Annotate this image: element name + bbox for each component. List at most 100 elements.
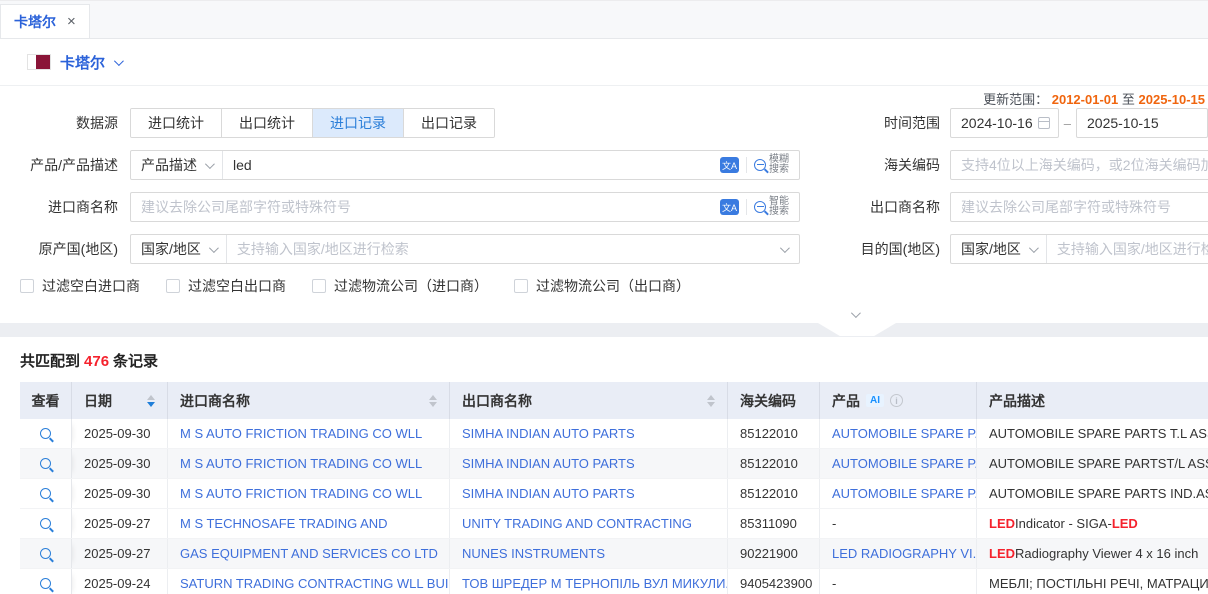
smart-search-label[interactable]: 智能搜索 — [769, 197, 793, 217]
table-row: 2025-09-27M S TECHNOSAFE TRADING ANDUNIT… — [20, 509, 1208, 539]
cell-importer[interactable]: M S AUTO FRICTION TRADING CO WLL — [168, 419, 450, 448]
cell-view — [20, 419, 72, 448]
cell-product[interactable]: LED RADIOGRAPHY VI... — [820, 539, 977, 568]
date-start-input[interactable]: 2024-10-16 — [950, 108, 1059, 138]
view-record-icon[interactable] — [40, 548, 51, 559]
checkbox-label: 过滤空白进口商 — [42, 276, 140, 296]
sort-icon-exporter[interactable] — [707, 395, 715, 407]
col-importer-label: 进口商名称 — [180, 391, 250, 411]
col-product: 产品 AI — [820, 382, 977, 419]
filter-checkbox[interactable]: 过滤空白出口商 — [166, 276, 286, 296]
cell-hs-code: 9405423900 — [728, 569, 820, 594]
destination-country-select[interactable]: 国家/地区 — [951, 235, 1047, 263]
chevron-down-icon — [209, 243, 219, 253]
datasource-option[interactable]: 出口统计 — [221, 109, 312, 137]
product-search-input[interactable] — [223, 151, 720, 179]
checkbox-box[interactable] — [20, 279, 34, 293]
cell-importer[interactable]: M S AUTO FRICTION TRADING CO WLL — [168, 479, 450, 508]
col-exporter[interactable]: 出口商名称 — [450, 382, 728, 419]
checkbox-label: 过滤空白出口商 — [188, 276, 286, 296]
cell-exporter[interactable]: SIMHA INDIAN AUTO PARTS — [450, 449, 728, 478]
origin-label: 原产国(地区) — [0, 239, 130, 259]
table-row: 2025-09-27GAS EQUIPMENT AND SERVICES CO … — [20, 539, 1208, 569]
filter-checkbox[interactable]: 过滤物流公司（进口商） — [312, 276, 488, 296]
time-range-label: 时间范围 — [800, 113, 950, 133]
results-count: 共匹配到476条记录 — [20, 350, 1208, 371]
datasource-segmented: 进口统计出口统计进口记录出口记录 — [130, 108, 495, 138]
date-start-value: 2024-10-16 — [961, 115, 1033, 131]
cell-importer[interactable]: SATURN TRADING CONTRACTING WLL BUI... — [168, 569, 450, 594]
checkbox-box[interactable] — [514, 279, 528, 293]
tab-qatar[interactable]: 卡塔尔 — [0, 4, 90, 38]
view-record-icon[interactable] — [40, 578, 51, 589]
col-date[interactable]: 日期 — [72, 382, 168, 419]
table-row: 2025-09-30M S AUTO FRICTION TRADING CO W… — [20, 419, 1208, 449]
cell-product[interactable]: AUTOMOBILE SPARE P... — [820, 479, 977, 508]
checkbox-box[interactable] — [312, 279, 326, 293]
info-icon[interactable] — [890, 394, 903, 407]
cell-importer[interactable]: GAS EQUIPMENT AND SERVICES CO LTD — [168, 539, 450, 568]
smart-search-icon[interactable] — [754, 201, 766, 213]
filter-row-product: 产品/产品描述 产品描述 模糊搜索 海关编码 — [0, 150, 1208, 180]
sort-icon-date[interactable] — [147, 395, 155, 407]
origin-country-input[interactable] — [227, 235, 780, 263]
update-range: 更新范围： 2012-01-01 至 2025-10-15 — [0, 89, 1208, 108]
cell-description: AUTOMOBILE SPARE PARTST/L ASSY ... — [977, 449, 1208, 478]
calendar-icon — [1038, 117, 1050, 129]
fuzzy-search-icon[interactable] — [754, 159, 766, 171]
view-record-icon[interactable] — [40, 428, 51, 439]
cell-date: 2025-09-27 — [72, 539, 168, 568]
cell-date: 2025-09-24 — [72, 569, 168, 594]
datasource-option[interactable]: 进口统计 — [131, 109, 221, 137]
country-name[interactable]: 卡塔尔 — [60, 52, 105, 73]
section-divider — [0, 323, 1208, 337]
filter-checkbox[interactable]: 过滤物流公司（出口商） — [514, 276, 690, 296]
datasource-option[interactable]: 出口记录 — [403, 109, 494, 137]
cell-exporter[interactable]: NUNES INSTRUMENTS — [450, 539, 728, 568]
col-description: 产品描述 — [977, 382, 1208, 419]
hs-code-label: 海关编码 — [800, 155, 950, 175]
checkbox-box[interactable] — [166, 279, 180, 293]
cell-exporter[interactable]: ТОВ ШРЕДЕР М ТЕРНОПІЛЬ ВУЛ МИКУЛИ... — [450, 569, 728, 594]
view-record-icon[interactable] — [40, 518, 51, 529]
destination-country-input[interactable] — [1047, 235, 1208, 263]
hs-code-input[interactable] — [950, 150, 1208, 180]
cell-date: 2025-09-30 — [72, 419, 168, 448]
sort-icon-importer[interactable] — [429, 395, 437, 407]
cell-importer[interactable]: M S TECHNOSAFE TRADING AND — [168, 509, 450, 538]
cell-product[interactable]: AUTOMOBILE SPARE P... — [820, 449, 977, 478]
table-row: 2025-09-30M S AUTO FRICTION TRADING CO W… — [20, 449, 1208, 479]
chevron-down-icon[interactable] — [114, 56, 124, 66]
table-row: 2025-09-30M S AUTO FRICTION TRADING CO W… — [20, 479, 1208, 509]
cell-exporter[interactable]: SIMHA INDIAN AUTO PARTS — [450, 419, 728, 448]
product-type-select[interactable]: 产品描述 — [131, 151, 223, 179]
cell-hs-code: 85122010 — [728, 419, 820, 448]
destination-label: 目的国(地区) — [800, 239, 950, 259]
cell-date: 2025-09-30 — [72, 449, 168, 478]
results-prefix: 共匹配到 — [20, 353, 80, 370]
product-type-value: 产品描述 — [141, 155, 197, 175]
close-icon[interactable] — [67, 14, 76, 29]
results-section: 共匹配到476条记录 查看 日期 进口商名称 出口商名称 海关编码 — [0, 337, 1208, 594]
col-importer[interactable]: 进口商名称 — [168, 382, 450, 419]
cell-exporter[interactable]: UNITY TRADING AND CONTRACTING — [450, 509, 728, 538]
view-record-icon[interactable] — [40, 488, 51, 499]
filter-checkbox[interactable]: 过滤空白进口商 — [20, 276, 140, 296]
translate-icon[interactable] — [720, 157, 739, 173]
collapse-chevron-icon[interactable] — [851, 308, 861, 318]
datasource-option[interactable]: 进口记录 — [312, 109, 403, 137]
exporter-name-input[interactable] — [950, 192, 1208, 222]
origin-country-select[interactable]: 国家/地区 — [131, 235, 227, 263]
fuzzy-search-label[interactable]: 模糊搜索 — [769, 155, 793, 175]
cell-importer[interactable]: M S AUTO FRICTION TRADING CO WLL — [168, 449, 450, 478]
collapse-button[interactable] — [818, 323, 896, 336]
date-end-input[interactable]: 2025-10-15 — [1076, 108, 1208, 138]
exporter-label: 出口商名称 — [800, 197, 950, 217]
chevron-down-icon — [1029, 243, 1039, 253]
chevron-down-icon[interactable] — [780, 243, 790, 253]
cell-exporter[interactable]: SIMHA INDIAN AUTO PARTS — [450, 479, 728, 508]
translate-icon[interactable] — [720, 199, 739, 215]
cell-product[interactable]: AUTOMOBILE SPARE P... — [820, 419, 977, 448]
importer-name-input[interactable] — [131, 193, 720, 221]
view-record-icon[interactable] — [40, 458, 51, 469]
